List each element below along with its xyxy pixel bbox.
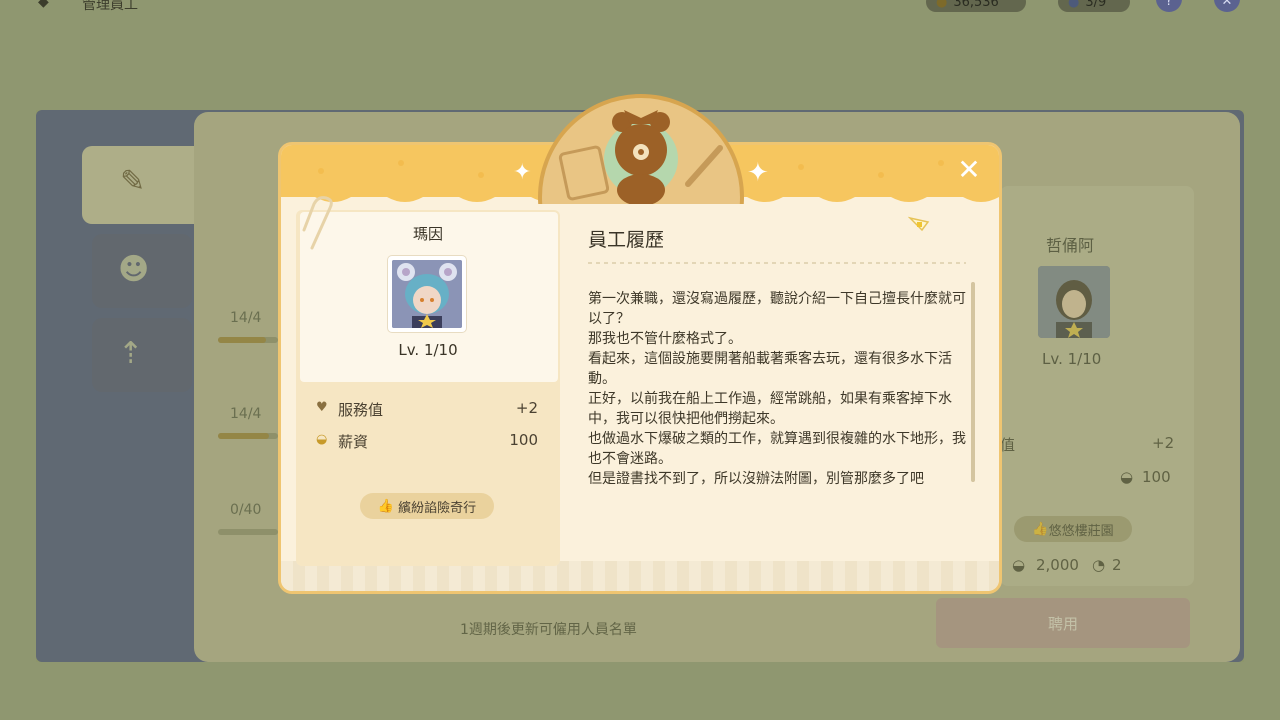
- pencil-icon: ✎: [120, 164, 146, 199]
- heart-icon: ♥: [316, 400, 328, 415]
- tools-icon: ✕: [1221, 0, 1233, 9]
- clock-icon: ●: [1068, 0, 1080, 10]
- stat-salary: ◒ 薪資 100: [316, 431, 538, 453]
- resume-text[interactable]: 第一次兼職，還沒寫過履歷，聽說介紹一下自己擅長什麼就可以了？ 那我也不管什麼格式…: [588, 289, 970, 489]
- page-title: 管理員工: [82, 0, 138, 13]
- stat-value: +2: [515, 399, 538, 417]
- character-level: Lv. 1/10: [398, 341, 458, 359]
- bg-row-bar: [218, 433, 278, 439]
- close-button[interactable]: ✕: [952, 154, 986, 186]
- coin-icon: ●: [936, 0, 948, 10]
- resume-line: 那我也不管什麼格式了。: [588, 331, 742, 347]
- settings-button[interactable]: ✕: [1214, 0, 1240, 12]
- resume-title: 員工履歷: [588, 229, 665, 251]
- svg-text:✦: ✦: [513, 160, 531, 185]
- stat-label: 薪資: [338, 433, 369, 451]
- slot-display: ● 3/9: [1058, 0, 1130, 12]
- candidate-tag: 👍 悠悠樓莊園: [1014, 516, 1132, 542]
- svg-text:✦: ✦: [747, 158, 769, 188]
- bg-row-value: 14/4: [230, 310, 262, 326]
- staff-settings-icon: ☻: [118, 252, 150, 287]
- bg-row-bar: [218, 337, 278, 343]
- candidate-salary: 100: [1142, 468, 1171, 486]
- hire-button[interactable]: 聘用: [936, 598, 1190, 648]
- currency-value: 36,536: [953, 0, 999, 10]
- back-icon[interactable]: ◆: [38, 0, 60, 12]
- candidate-name: 哲俑阿: [1046, 236, 1095, 255]
- top-bar: ◆ 管理員工 ● 36,536 ● 3/9 ? ✕: [0, 0, 1280, 14]
- resume-scrollbar-thumb[interactable]: [971, 282, 975, 482]
- staff-emblem: [538, 94, 744, 204]
- candidate-service-label: 值: [1000, 436, 1016, 454]
- thumbs-up-icon: 👍: [1032, 521, 1049, 537]
- candidate-service-value: +2: [1152, 434, 1175, 452]
- coins-icon: ◒: [1120, 468, 1134, 486]
- candidate-tag-label: 悠悠樓莊園: [1048, 523, 1114, 539]
- bg-row-bar: [218, 529, 278, 535]
- question-icon: ?: [1165, 0, 1173, 9]
- bg-row-value: 0/40: [230, 502, 262, 518]
- currency-display: ● 36,536: [926, 0, 1026, 12]
- thumbs-up-icon: 👍: [377, 498, 395, 514]
- resume-line: 第一次兼職，還沒寫過履歷，聽說介紹一下自己擅長什麼就可以了？: [588, 291, 966, 327]
- bg-row-value: 14/4: [230, 406, 262, 422]
- upgrade-icon: ⇡: [118, 336, 144, 371]
- coins-icon: ◒: [1012, 556, 1026, 574]
- stat-label: 服務值: [338, 401, 384, 419]
- close-icon: ✕: [957, 153, 981, 186]
- envelope-stamp-icon: [908, 216, 930, 232]
- resume-line: 但是證書找不到了，所以沒辦法附圖，別管那麼多了吧: [588, 471, 924, 487]
- character-tag: 👍 繽紛諂險奇行: [360, 493, 494, 519]
- candidate-count: 2: [1112, 556, 1122, 574]
- resume-line: 也做過水下爆破之類的工作，就算遇到很複雜的水下地形，我也不會迷路。: [588, 431, 966, 467]
- resume-line: 正好，以前我在船上工作過，經常跳船，如果有乘客掉下水中，我可以很快把他們撈起來。: [588, 391, 952, 427]
- slot-value: 3/9: [1085, 0, 1107, 10]
- clock-icon: ◔: [1092, 556, 1106, 574]
- character-tag-label: 繽紛諂險奇行: [398, 500, 477, 516]
- character-name: 瑪因: [412, 225, 443, 243]
- candidate-level: Lv. 1/10: [1042, 350, 1102, 368]
- coins-icon: ◒: [316, 432, 328, 447]
- candidate-cost: 2,000: [1036, 556, 1079, 574]
- stat-value: 100: [509, 431, 538, 449]
- tab-manage[interactable]: ✎: [82, 146, 194, 224]
- resume-line: 看起來，這個設施要開著船載著乘客去玩，還有很多水下活動。: [588, 351, 952, 387]
- candidate-portrait: [1038, 266, 1110, 338]
- bear-icon: [558, 110, 723, 204]
- resume-divider: [588, 262, 966, 264]
- refresh-note: 1週期後更新可僱用人員名單: [460, 622, 637, 638]
- character-portrait: [392, 260, 462, 328]
- help-button[interactable]: ?: [1156, 0, 1182, 12]
- stat-service: ♥ 服務值 +2: [316, 399, 538, 421]
